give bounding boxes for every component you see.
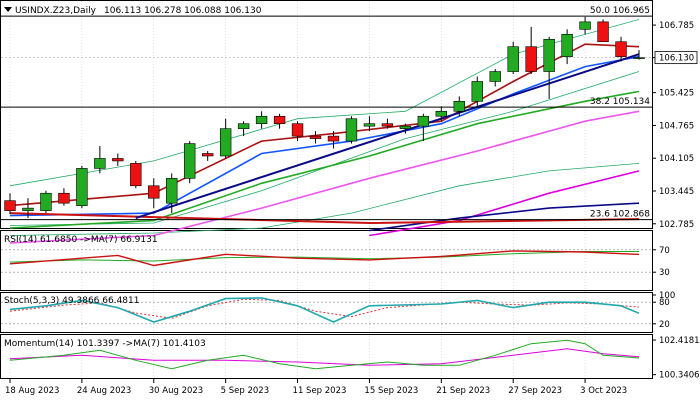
fib-level-label: 38.2 105.134 bbox=[590, 97, 650, 107]
candle-body bbox=[327, 135, 340, 142]
x-tick-label: 5 Sep 2023 bbox=[221, 386, 269, 396]
axis-tick-label: 102.4181 bbox=[659, 336, 700, 346]
candle-body bbox=[166, 178, 178, 204]
fib-level-label: 50.0 106.965 bbox=[590, 6, 650, 16]
candle-body bbox=[58, 192, 70, 204]
x-tick-label: 21 Sep 2023 bbox=[436, 386, 490, 396]
candle-body bbox=[291, 123, 304, 137]
candle-body bbox=[22, 207, 34, 211]
candle-body bbox=[309, 135, 322, 139]
x-tick-label: 18 Aug 2023 bbox=[5, 386, 59, 396]
candle-body bbox=[507, 46, 519, 72]
axis-tick-label: 30 bbox=[659, 268, 670, 278]
axis-tick-label: 100.3406 bbox=[659, 371, 700, 381]
price-tick-label: 104.765 bbox=[659, 121, 694, 131]
rsi-label: RSI(14) 61.6850 ->MA(7) 66.9131 bbox=[4, 235, 158, 245]
candle-body bbox=[201, 153, 214, 157]
candle-body bbox=[399, 125, 412, 129]
axis-tick-label: 70 bbox=[659, 246, 670, 256]
candle-body bbox=[417, 115, 430, 127]
candle-body bbox=[40, 192, 52, 211]
x-tick-label: 24 Aug 2023 bbox=[77, 386, 131, 396]
candle-body bbox=[345, 118, 358, 142]
candle-body bbox=[94, 158, 106, 169]
candle-body bbox=[273, 115, 286, 124]
candle-body bbox=[525, 46, 537, 72]
candle-body bbox=[435, 110, 448, 117]
x-tick-label: 3 Oct 2023 bbox=[580, 386, 627, 396]
axis-tick-label: 20 bbox=[659, 320, 670, 330]
candle-body bbox=[543, 38, 555, 72]
ohlc-label: 106.113 106.278 106.088 106.130 bbox=[104, 6, 262, 16]
price-tick-label: 103.445 bbox=[659, 187, 694, 197]
candle-body bbox=[130, 163, 142, 187]
stoch-label: Stoch(5,3,3) 49.3866 66.4811 bbox=[4, 296, 139, 306]
candle-body bbox=[219, 128, 232, 157]
candle-body bbox=[363, 123, 376, 127]
x-tick-label: 30 Aug 2023 bbox=[149, 386, 203, 396]
price-tick-label: 105.425 bbox=[659, 89, 694, 99]
candle-body bbox=[4, 200, 16, 211]
candle-body bbox=[579, 21, 591, 30]
x-tick-label: 15 Sep 2023 bbox=[364, 386, 418, 396]
candle-body bbox=[237, 123, 250, 129]
candle-body bbox=[489, 71, 501, 82]
chart-svg: 50.0 106.965 38.2 105.134 23.6 102.868 106… bbox=[0, 0, 700, 400]
candle-body bbox=[471, 81, 483, 102]
candle-body bbox=[615, 41, 627, 57]
candle-body bbox=[255, 115, 268, 124]
candle-body bbox=[148, 185, 160, 199]
candle-body bbox=[597, 21, 609, 43]
price-tick-label: 106.785 bbox=[659, 21, 694, 31]
candle-body bbox=[633, 57, 645, 59]
candle-body bbox=[381, 123, 394, 127]
axis-tick-label: 80 bbox=[659, 298, 670, 308]
momentum-label: Momentum(14) 101.3397 ->MA(7) 101.4103 bbox=[4, 339, 206, 349]
price-tick-label: 104.105 bbox=[659, 154, 694, 164]
candle-body bbox=[561, 33, 573, 57]
candle-body bbox=[76, 168, 88, 206]
x-tick-label: 27 Sep 2023 bbox=[508, 386, 562, 396]
symbol-label: USINDX.Z23,Daily bbox=[15, 6, 97, 16]
price-tick-label: 102.785 bbox=[659, 220, 694, 230]
fib-level-label: 23.6 102.868 bbox=[590, 210, 650, 220]
trading-chart: 50.0 106.965 38.2 105.134 23.6 102.868 106… bbox=[0, 0, 700, 400]
current-price-label: 106.130 bbox=[659, 54, 694, 64]
x-tick-label: 11 Sep 2023 bbox=[293, 386, 347, 396]
candle-body bbox=[112, 158, 124, 162]
candle-body bbox=[453, 101, 465, 112]
candle-body bbox=[184, 143, 196, 179]
